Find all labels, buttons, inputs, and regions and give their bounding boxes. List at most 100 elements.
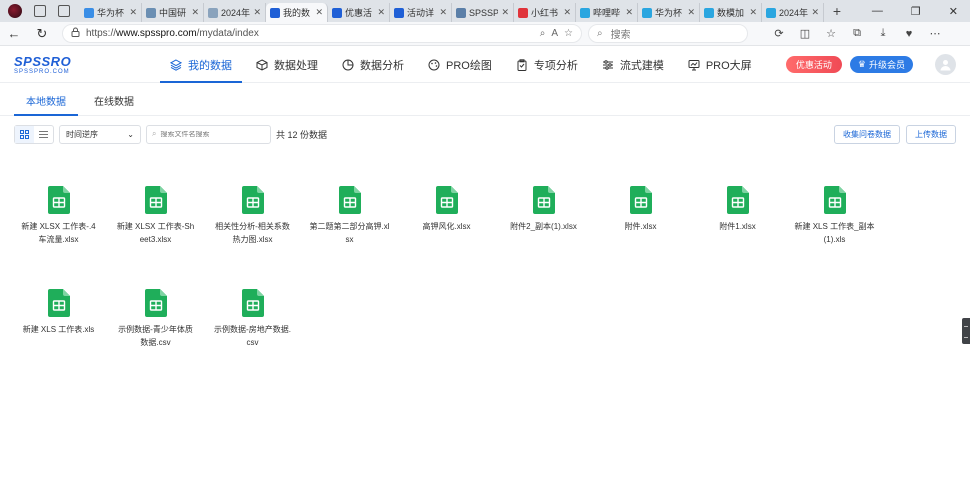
browser-tab[interactable]: 2024年 ✕: [204, 3, 266, 22]
collections-icon[interactable]: ⧉: [846, 27, 868, 40]
browser-search-placeholder: 搜索: [610, 30, 631, 41]
collect-survey-button[interactable]: 收集问卷数据: [834, 124, 900, 144]
file-search-field[interactable]: ⌕: [146, 124, 271, 144]
close-tab-icon[interactable]: ✕: [253, 7, 261, 18]
avatar[interactable]: [935, 54, 956, 75]
extensions-icon[interactable]: ⟳: [768, 27, 790, 40]
maximize-icon[interactable]: ❐: [911, 5, 921, 18]
file-name: 相关性分析-相关系数热力图.xlsx: [215, 222, 290, 244]
refresh-icon[interactable]: ↻: [28, 26, 56, 42]
data-source-tab[interactable]: 本地数据: [14, 85, 78, 116]
pie-icon: [342, 59, 354, 71]
close-tab-icon[interactable]: ✕: [563, 7, 571, 18]
paint-icon: [428, 59, 440, 71]
data-toolbar: 时间逆序 ⌄ ⌕ 共 12 份数据 收集问卷数据 上传数据: [0, 123, 970, 145]
file-item[interactable]: 第二题第二部分高钾.xlsx: [301, 180, 398, 257]
browser-tab[interactable]: 华为杯 ✕: [638, 3, 700, 22]
split-screen-icon[interactable]: ◫: [794, 27, 816, 40]
browser-search-field[interactable]: ⌕ 搜索: [588, 24, 748, 43]
view-toggle: [14, 124, 54, 144]
read-aloud-icon[interactable]: A: [551, 28, 558, 39]
browser-tab[interactable]: 小红书 ✕: [514, 3, 576, 22]
file-item[interactable]: 附件.xlsx: [592, 180, 689, 257]
browser-tab[interactable]: 华为杯 ✕: [80, 3, 142, 22]
grid-view-icon[interactable]: [15, 125, 34, 143]
file-item[interactable]: 新建 XLS 工作表.xls: [10, 283, 107, 360]
close-tab-icon[interactable]: ✕: [439, 7, 447, 18]
page-icon: [208, 7, 218, 18]
tab-actions-icon[interactable]: [58, 5, 70, 17]
browser-tab-label: 华为杯: [655, 8, 683, 18]
browser-tab[interactable]: 2024年 ✕: [762, 3, 824, 22]
close-tab-icon[interactable]: ✕: [625, 7, 633, 18]
browser-tab[interactable]: 我的数 ✕: [266, 3, 328, 22]
file-item[interactable]: 示例数据-青少年体质数据.csv: [107, 283, 204, 360]
nav-item[interactable]: 数据处理: [244, 47, 330, 83]
file-item[interactable]: 附件2_副本(1).xlsx: [495, 180, 592, 257]
nav-item[interactable]: 流式建模: [590, 47, 676, 83]
nav-item[interactable]: 数据分析: [330, 47, 416, 83]
file-search-input[interactable]: [160, 130, 261, 138]
favorite-star-icon[interactable]: ☆: [564, 28, 573, 39]
new-tab-button[interactable]: +: [824, 3, 850, 19]
close-tab-icon[interactable]: ✕: [377, 7, 385, 18]
spsspro-logo[interactable]: SPSSRO SPSSPRO.COM: [14, 55, 84, 75]
browser-tab[interactable]: 哔哩哔 ✕: [576, 3, 638, 22]
spreadsheet-file-icon: [241, 289, 264, 317]
close-tab-icon[interactable]: ✕: [687, 7, 695, 18]
profile-icon[interactable]: [8, 4, 22, 18]
clipboard-icon: [516, 58, 528, 71]
url-field[interactable]: https://www.spsspro.com/mydata/index ⌕ A…: [62, 24, 582, 43]
close-tab-icon[interactable]: ✕: [501, 7, 509, 18]
user-icon: [940, 60, 951, 71]
close-tab-icon[interactable]: ✕: [811, 7, 819, 18]
data-source-tab[interactable]: 在线数据: [82, 85, 146, 115]
browser-tab[interactable]: SPSSP ✕: [452, 3, 514, 22]
close-tab-icon[interactable]: ✕: [191, 7, 199, 18]
browser-tab-label: 优惠活: [345, 8, 373, 18]
tab-strip-left: [0, 4, 80, 18]
close-tab-icon[interactable]: ✕: [749, 7, 757, 18]
nav-item[interactable]: PRO大屏: [676, 47, 764, 83]
back-icon[interactable]: ←: [0, 26, 28, 41]
favorites-icon[interactable]: ☆: [820, 27, 842, 40]
crown-icon: ♛: [857, 59, 866, 69]
workspaces-icon[interactable]: [34, 5, 46, 17]
more-menu-icon[interactable]: ⋯: [924, 27, 946, 40]
lock-icon[interactable]: [71, 27, 80, 40]
file-item[interactable]: 示例数据-房地产数据.csv: [204, 283, 301, 360]
file-name: 高钾风化.xlsx: [422, 222, 471, 231]
browser-tab[interactable]: 优惠活 ✕: [328, 3, 390, 22]
nav-item[interactable]: 专项分析: [504, 47, 590, 83]
browser-essentials-icon[interactable]: ♥: [898, 28, 920, 40]
url-prefix: https://: [86, 28, 117, 39]
close-tab-icon[interactable]: ✕: [129, 7, 137, 18]
downloads-icon[interactable]: ⤓: [872, 27, 894, 40]
promo-button[interactable]: 优惠活动: [785, 56, 842, 73]
file-item[interactable]: 附件1.xlsx: [689, 180, 786, 257]
nav-item[interactable]: PRO绘图: [416, 47, 504, 83]
url-domain: www.spsspro.com: [116, 28, 197, 39]
browser-tab[interactable]: 中国研 ✕: [142, 3, 204, 22]
file-item[interactable]: 新建 XLSX 工作表-.4车流量.xlsx: [10, 180, 107, 257]
sort-select[interactable]: 时间逆序 ⌄: [59, 124, 141, 144]
close-window-icon[interactable]: ✕: [949, 5, 958, 18]
file-item[interactable]: 新建 XLSX 工作表-Sheet3.xlsx: [107, 180, 204, 257]
browser-tab-label: 活动详: [407, 8, 435, 18]
list-view-icon[interactable]: [34, 126, 53, 143]
file-item[interactable]: 新建 XLS 工作表_副本(1).xls: [786, 180, 883, 257]
layers-icon: [170, 58, 182, 71]
browser-toolbar-icons: ⟳ ◫ ☆ ⧉ ⤓ ♥ ⋯: [768, 27, 946, 40]
file-item[interactable]: 相关性分析-相关系数热力图.xlsx: [204, 180, 301, 257]
file-item[interactable]: 高钾风化.xlsx: [398, 180, 495, 257]
upload-data-button[interactable]: 上传数据: [906, 124, 956, 144]
nav-item[interactable]: 我的数据: [158, 47, 244, 83]
minimize-icon[interactable]: —: [872, 5, 883, 18]
browser-tab[interactable]: 数模加 ✕: [700, 3, 762, 22]
upgrade-vip-button[interactable]: ♛ 升级会员: [849, 56, 913, 73]
browser-tab-label: 2024年: [221, 8, 251, 18]
close-tab-icon[interactable]: ✕: [315, 7, 323, 18]
zoom-icon[interactable]: ⌕: [540, 28, 546, 39]
browser-tab[interactable]: 活动详 ✕: [390, 3, 452, 22]
side-panel-handle[interactable]: [962, 318, 970, 344]
